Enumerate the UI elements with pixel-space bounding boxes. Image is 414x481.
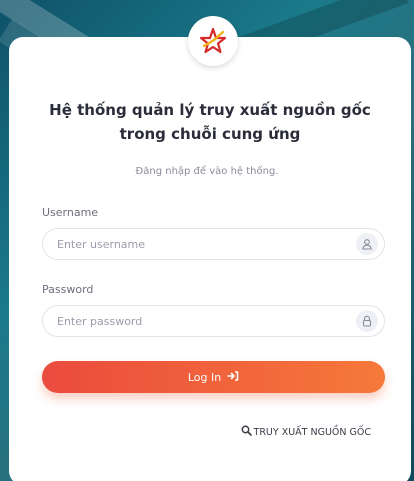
username-input[interactable] [57, 229, 337, 259]
username-label: Username [42, 206, 99, 219]
username-field[interactable] [42, 228, 385, 260]
sign-in-icon [227, 370, 239, 384]
password-field[interactable] [42, 305, 385, 337]
password-label: Password [42, 283, 94, 296]
page-title: Hệ thống quản lý truy xuất nguồn gốc tro… [20, 98, 400, 146]
login-button-label: Log In [187, 370, 222, 384]
page-subtitle: Đăng nhập để vào hệ thống. [135, 166, 279, 177]
title-line-2: trong chuỗi cung ứng [119, 125, 301, 143]
title-line-1: Hệ thống quản lý truy xuất nguồn gốc [49, 101, 371, 119]
search-icon [241, 425, 252, 439]
login-page: Hệ thống quản lý truy xuất nguồn gốc tro… [0, 0, 414, 481]
lock-icon[interactable] [356, 310, 378, 332]
trace-origin-link[interactable]: TRUY XUẤT NGUỒN GỐC [241, 425, 371, 439]
trace-origin-label: TRUY XUẤT NGUỒN GỐC [253, 426, 371, 438]
user-icon [356, 233, 378, 255]
password-input[interactable] [57, 306, 337, 336]
login-button[interactable]: Log In [42, 361, 385, 393]
app-logo [188, 16, 238, 66]
star-logo-icon [199, 27, 227, 54]
